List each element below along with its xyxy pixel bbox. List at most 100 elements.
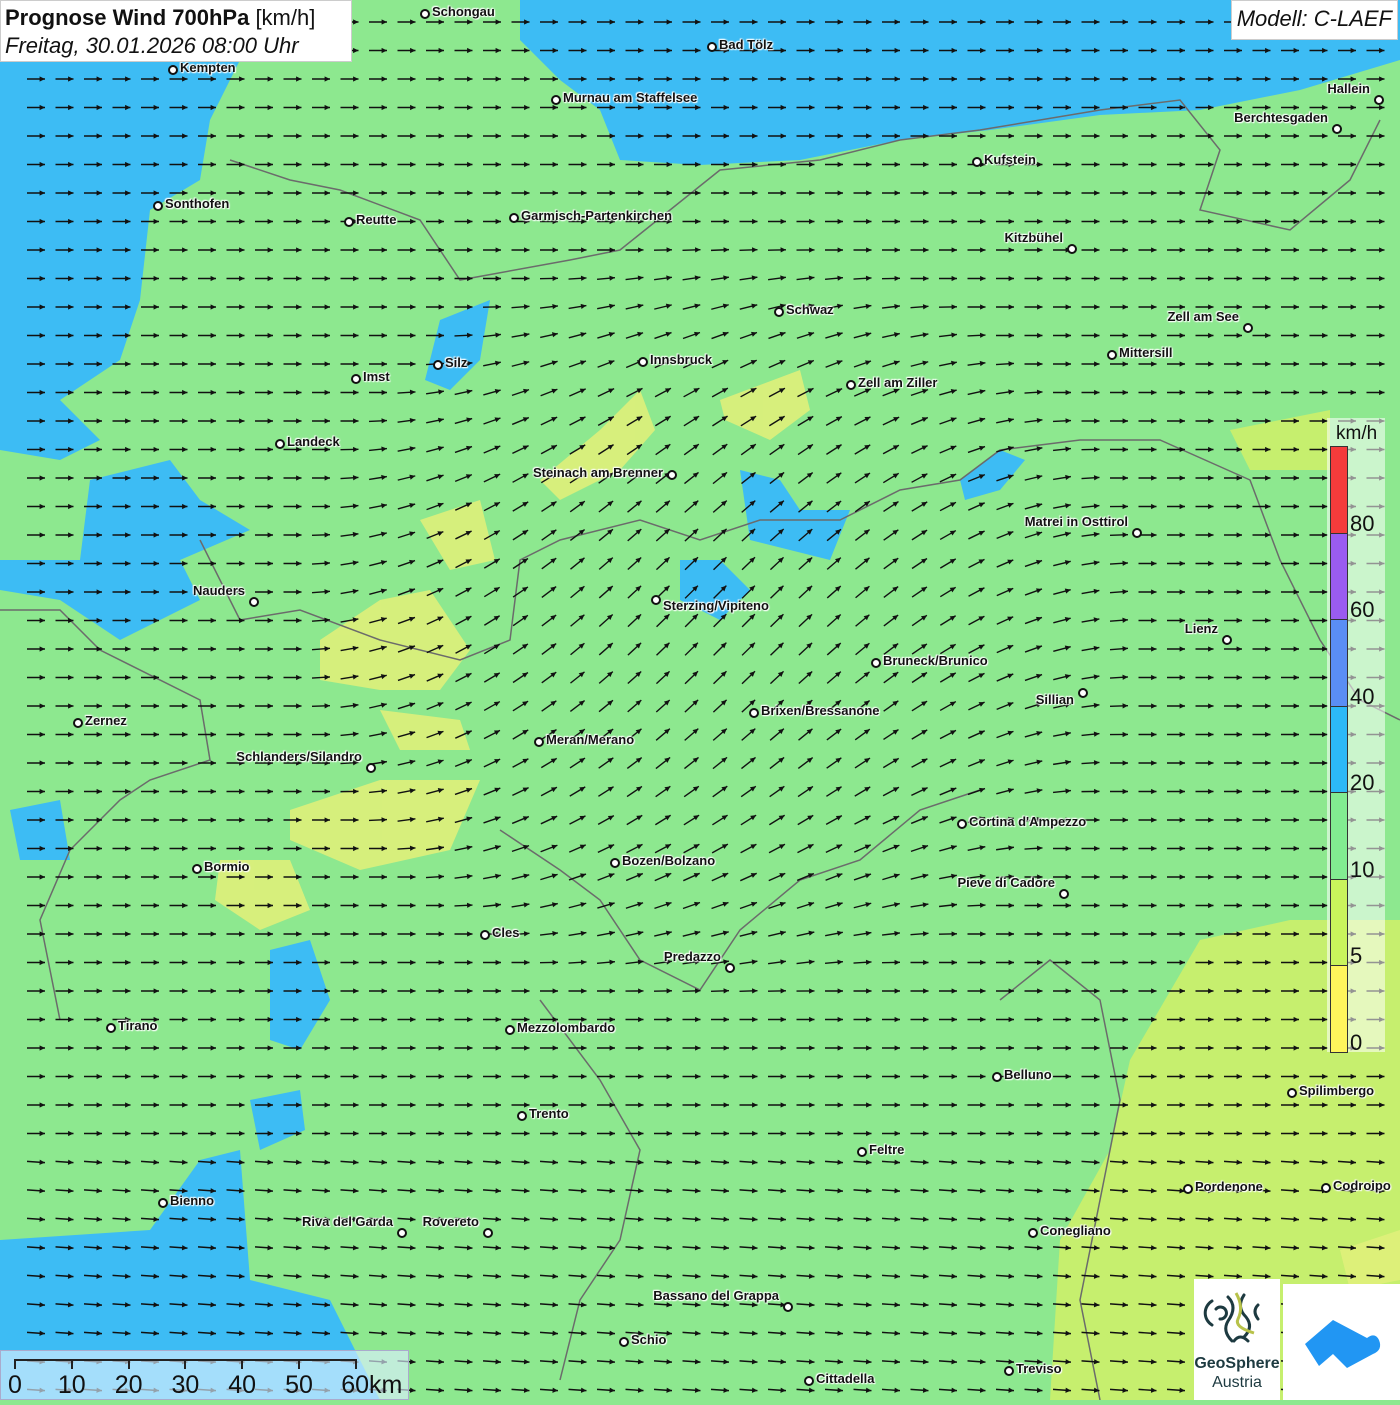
- city-dot-icon: [749, 708, 759, 718]
- legend-unit: km/h: [1336, 423, 1377, 445]
- city-dot-icon: [1332, 124, 1342, 134]
- legend-swatch: [1330, 792, 1348, 880]
- city-label: Conegliano: [1040, 1223, 1111, 1238]
- forecast-datetime: Freitag, 30.01.2026 08:00 Uhr: [5, 32, 347, 60]
- scale-label: 20: [115, 1371, 143, 1400]
- city-dot-icon: [1183, 1184, 1193, 1194]
- legend-tick-label: 0: [1350, 1030, 1362, 1056]
- city-label: Spilimbergo: [1299, 1083, 1374, 1098]
- city-dot-icon: [483, 1228, 493, 1238]
- city-label: Schio: [631, 1332, 666, 1347]
- city-label: Kitzbühel: [1005, 230, 1064, 245]
- city-dot-icon: [275, 439, 285, 449]
- city-label: Bienno: [170, 1193, 214, 1208]
- scale-label: 60km: [341, 1371, 402, 1400]
- city-label: Lienz: [1185, 621, 1218, 636]
- title-box: Prognose Wind 700hPa [km/h] Freitag, 30.…: [0, 0, 352, 62]
- city-label: Bormio: [204, 859, 250, 874]
- city-label: Silz: [445, 355, 467, 370]
- city-dot-icon: [610, 858, 620, 868]
- city-dot-icon: [1059, 889, 1069, 899]
- city-label: Belluno: [1004, 1067, 1052, 1082]
- city-label: Feltre: [869, 1142, 904, 1157]
- city-dot-icon: [420, 9, 430, 19]
- scale-tick: [184, 1359, 186, 1369]
- city-dot-icon: [1067, 244, 1077, 254]
- city-label: Mezzolombardo: [517, 1020, 615, 1035]
- city-dot-icon: [957, 819, 967, 829]
- scale-tick: [128, 1359, 130, 1369]
- city-label: Rovereto: [423, 1214, 479, 1229]
- logo-text-geosphere: GeoSphere: [1194, 1355, 1280, 1373]
- city-label: Imst: [363, 369, 390, 384]
- city-label: Reutte: [356, 212, 396, 227]
- scale-label: 40: [228, 1371, 256, 1400]
- city-dot-icon: [534, 737, 544, 747]
- legend-tick-label: 60: [1350, 597, 1374, 623]
- city-dot-icon: [168, 65, 178, 75]
- legend-swatch: [1330, 619, 1348, 707]
- city-dot-icon: [366, 763, 376, 773]
- city-dot-icon: [249, 597, 259, 607]
- city-label: Sonthofen: [165, 196, 229, 211]
- city-label: Innsbruck: [650, 352, 712, 367]
- city-dot-icon: [505, 1025, 515, 1035]
- city-label: Bad Tölz: [719, 37, 773, 52]
- city-dot-icon: [651, 595, 661, 605]
- legend-tick-label: 5: [1350, 943, 1362, 969]
- city-dot-icon: [619, 1337, 629, 1347]
- legend-swatch: [1330, 446, 1348, 534]
- city-dot-icon: [351, 374, 361, 384]
- city-label: Zell am See: [1167, 309, 1239, 324]
- city-dot-icon: [1287, 1088, 1297, 1098]
- legend-swatch: [1330, 965, 1348, 1053]
- city-label: Hallein: [1327, 81, 1370, 96]
- city-dot-icon: [1107, 350, 1117, 360]
- city-label: Schwaz: [786, 302, 834, 317]
- city-label: Sterzing/Vipiteno: [663, 598, 769, 613]
- city-label: Nauders: [193, 583, 245, 598]
- legend-tick-label: 40: [1350, 684, 1374, 710]
- city-dot-icon: [551, 95, 561, 105]
- city-label: Riva del Garda: [302, 1214, 393, 1229]
- logo-text-austria: Austria: [1194, 1374, 1280, 1392]
- city-label: Pieve di Cadore: [957, 875, 1055, 890]
- city-label: Codroipo: [1333, 1178, 1391, 1193]
- legend-swatch: [1330, 879, 1348, 967]
- scale-label: 50: [285, 1371, 313, 1400]
- city-label: Kempten: [180, 60, 236, 75]
- city-dot-icon: [1374, 95, 1384, 105]
- scale-label: 10: [58, 1371, 86, 1400]
- legend-tick-label: 80: [1350, 511, 1374, 537]
- city-dot-icon: [857, 1147, 867, 1157]
- city-dot-icon: [774, 307, 784, 317]
- city-dot-icon: [725, 963, 735, 973]
- city-dot-icon: [433, 360, 443, 370]
- city-label: Landeck: [287, 434, 340, 449]
- scale-tick: [355, 1359, 357, 1369]
- city-dot-icon: [804, 1376, 814, 1386]
- city-label: Zernez: [85, 713, 127, 728]
- city-dot-icon: [153, 201, 163, 211]
- city-label: Meran/Merano: [546, 732, 634, 747]
- scale-tick: [298, 1359, 300, 1369]
- city-dot-icon: [517, 1111, 527, 1121]
- city-label: Treviso: [1016, 1361, 1062, 1376]
- city-label: Sillian: [1036, 692, 1074, 707]
- city-dot-icon: [509, 213, 519, 223]
- city-dot-icon: [667, 470, 677, 480]
- city-dot-icon: [707, 42, 717, 52]
- geosphere-swirl-icon: [1194, 1279, 1280, 1355]
- city-label: Murnau am Staffelsee: [563, 90, 697, 105]
- city-label: Bruneck/Brunico: [883, 653, 988, 668]
- title-unit: [km/h]: [255, 5, 315, 30]
- scale-tick: [241, 1359, 243, 1369]
- city-label: Trento: [529, 1106, 569, 1121]
- city-label: Cittadella: [816, 1371, 875, 1386]
- model-label: Modell: C-LAEF: [1231, 0, 1398, 40]
- legend-tick-label: 20: [1350, 770, 1374, 796]
- scale-label: 30: [171, 1371, 199, 1400]
- city-dot-icon: [1321, 1183, 1331, 1193]
- city-label: Predazzo: [664, 949, 721, 964]
- city-dot-icon: [1078, 688, 1088, 698]
